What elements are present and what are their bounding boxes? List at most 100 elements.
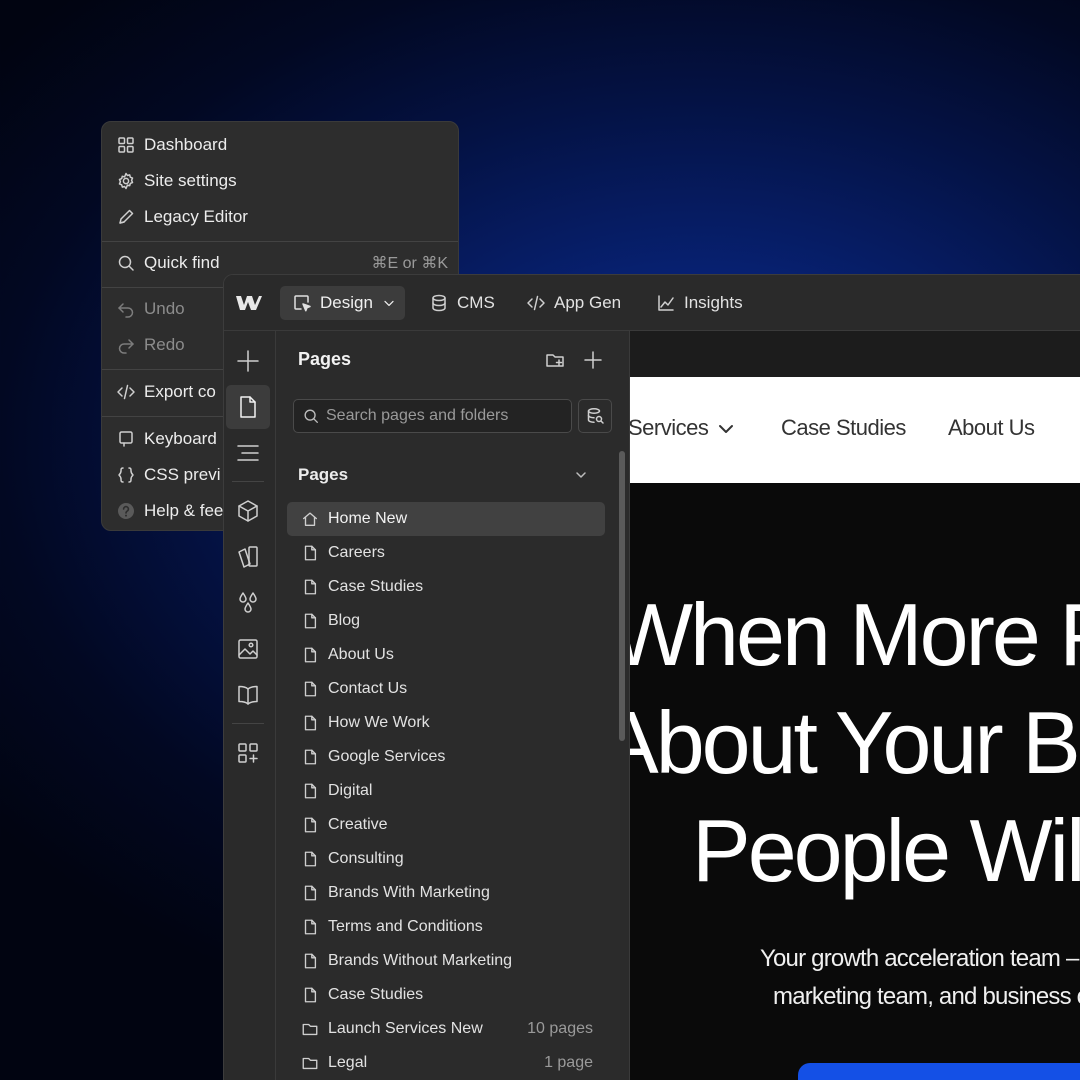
page-row[interactable]: Legal 1 page: [287, 1046, 605, 1080]
page-row[interactable]: About Us: [287, 638, 605, 672]
page-label: Contact Us: [328, 680, 408, 697]
page-row[interactable]: Blog: [287, 604, 605, 638]
page-row[interactable]: Launch Services New 10 pages: [287, 1012, 605, 1046]
chevron-down-icon[interactable]: [573, 467, 589, 483]
hero-heading-line: When More P: [630, 585, 1080, 684]
menu-item-label: Keyboard: [144, 429, 217, 448]
book-icon: [238, 685, 258, 705]
nav-cms[interactable]: CMS: [429, 275, 495, 331]
menu-item-site-settings[interactable]: Site settings: [116, 166, 448, 196]
chart-icon: [658, 295, 674, 311]
grid-icon: [118, 137, 134, 153]
menu-item-label: Undo: [144, 299, 185, 318]
rail-divider: [232, 723, 264, 724]
top-bar: Design CMS App Gen Insights: [224, 275, 1080, 331]
components-button[interactable]: [226, 489, 270, 533]
nav-link-about-us[interactable]: About Us: [948, 415, 1035, 441]
page-label: Consulting: [328, 850, 404, 867]
plus-icon: [237, 350, 259, 372]
nav-app-gen[interactable]: App Gen: [526, 275, 621, 331]
hero-cta-button[interactable]: [798, 1063, 1080, 1080]
variables-button[interactable]: [226, 535, 270, 579]
folder-icon: [302, 1023, 318, 1036]
menu-item-label: Help & fee: [144, 501, 224, 520]
page-icon: [304, 749, 317, 765]
menu-item-legacy-editor[interactable]: Legacy Editor: [116, 202, 448, 232]
hero-section[interactable]: When More P About Your Bu People Wil You…: [630, 483, 1080, 1080]
page-row[interactable]: Case Studies: [287, 978, 605, 1012]
page-row[interactable]: How We Work: [287, 706, 605, 740]
page-row[interactable]: Case Studies: [287, 570, 605, 604]
page-row[interactable]: Brands Without Marketing: [287, 944, 605, 978]
folder-icon: [302, 1057, 318, 1070]
apps-button[interactable]: [226, 731, 270, 775]
menu-item-dashboard[interactable]: Dashboard: [116, 130, 448, 160]
page-row[interactable]: Home New: [287, 502, 605, 536]
nav-link-services[interactable]: Services: [630, 415, 709, 441]
page-label: About Us: [328, 646, 394, 663]
page-label: Case Studies: [328, 986, 424, 1003]
menu-divider: [102, 241, 458, 242]
page-row[interactable]: Digital: [287, 774, 605, 808]
page-icon: [304, 885, 317, 901]
menu-item-label: Redo: [144, 335, 185, 354]
nav-link-case-studies[interactable]: Case Studies: [781, 415, 906, 441]
page-row[interactable]: Consulting: [287, 842, 605, 876]
page-icon: [240, 396, 256, 418]
nav-label: App Gen: [554, 293, 622, 312]
pages-button[interactable]: [226, 385, 270, 429]
pages-panel: Pages Pages Home New Careers Case Studies B…: [276, 331, 630, 1080]
search-field[interactable]: [293, 399, 572, 433]
menu-item-label: Legacy Editor: [144, 207, 248, 226]
navigator-button[interactable]: [226, 431, 270, 475]
swatch-icon: [238, 546, 258, 568]
page-icon: [304, 817, 317, 833]
page-row[interactable]: Brands With Marketing: [287, 876, 605, 910]
pencil-icon: [119, 209, 134, 224]
cube-icon: [238, 500, 258, 522]
menu-item-label: CSS previ: [144, 465, 221, 484]
page-row[interactable]: Careers: [287, 536, 605, 570]
hero-subtitle-line: Your growth acceleration team –: [760, 945, 1079, 972]
search-input[interactable]: [326, 407, 566, 425]
webflow-logo-icon: [236, 296, 262, 310]
page-icon: [304, 987, 317, 1003]
page-label: Terms and Conditions: [328, 918, 483, 935]
library-button[interactable]: [226, 673, 270, 717]
design-mode-dropdown[interactable]: Design: [280, 286, 405, 320]
page-row[interactable]: Contact Us: [287, 672, 605, 706]
page-icon: [304, 647, 317, 663]
new-page-button[interactable]: [582, 349, 604, 371]
menu-item-label: Dashboard: [144, 135, 228, 154]
add-elements-button[interactable]: [226, 339, 270, 383]
scrollbar-thumb[interactable]: [619, 451, 625, 741]
nav-label: Insights: [684, 293, 743, 312]
page-label: Legal: [328, 1054, 368, 1071]
nav-link-label: Case Studies: [781, 415, 906, 440]
page-icon: [304, 681, 317, 697]
page-row[interactable]: Google Services: [287, 740, 605, 774]
folder-plus-icon: [546, 354, 564, 367]
design-canvas[interactable]: Services Case Studies About Us When More…: [630, 331, 1080, 1080]
page-row[interactable]: Terms and Conditions: [287, 910, 605, 944]
database-search-icon: [587, 408, 604, 424]
droplets-icon: [239, 592, 257, 613]
page-icon: [304, 953, 317, 969]
assets-button[interactable]: [226, 627, 270, 671]
mode-label: Design: [320, 293, 373, 312]
page-icon: [304, 783, 317, 799]
pages-section-title[interactable]: Pages: [298, 465, 348, 485]
page-count: 10 pages: [527, 1020, 593, 1037]
page-icon: [304, 613, 317, 629]
page-label: Brands With Marketing: [328, 884, 490, 901]
search-collections-button[interactable]: [578, 399, 612, 433]
page-label: How We Work: [328, 714, 430, 731]
code-icon: [527, 295, 545, 311]
site-navbar[interactable]: Services Case Studies About Us: [630, 377, 1080, 483]
styles-button[interactable]: [226, 581, 270, 625]
nav-insights[interactable]: Insights: [656, 275, 743, 331]
page-row[interactable]: Creative: [287, 808, 605, 842]
page-label: Brands Without Marketing: [328, 952, 513, 969]
keyboard-icon: [119, 431, 133, 447]
new-folder-button[interactable]: [544, 349, 566, 371]
